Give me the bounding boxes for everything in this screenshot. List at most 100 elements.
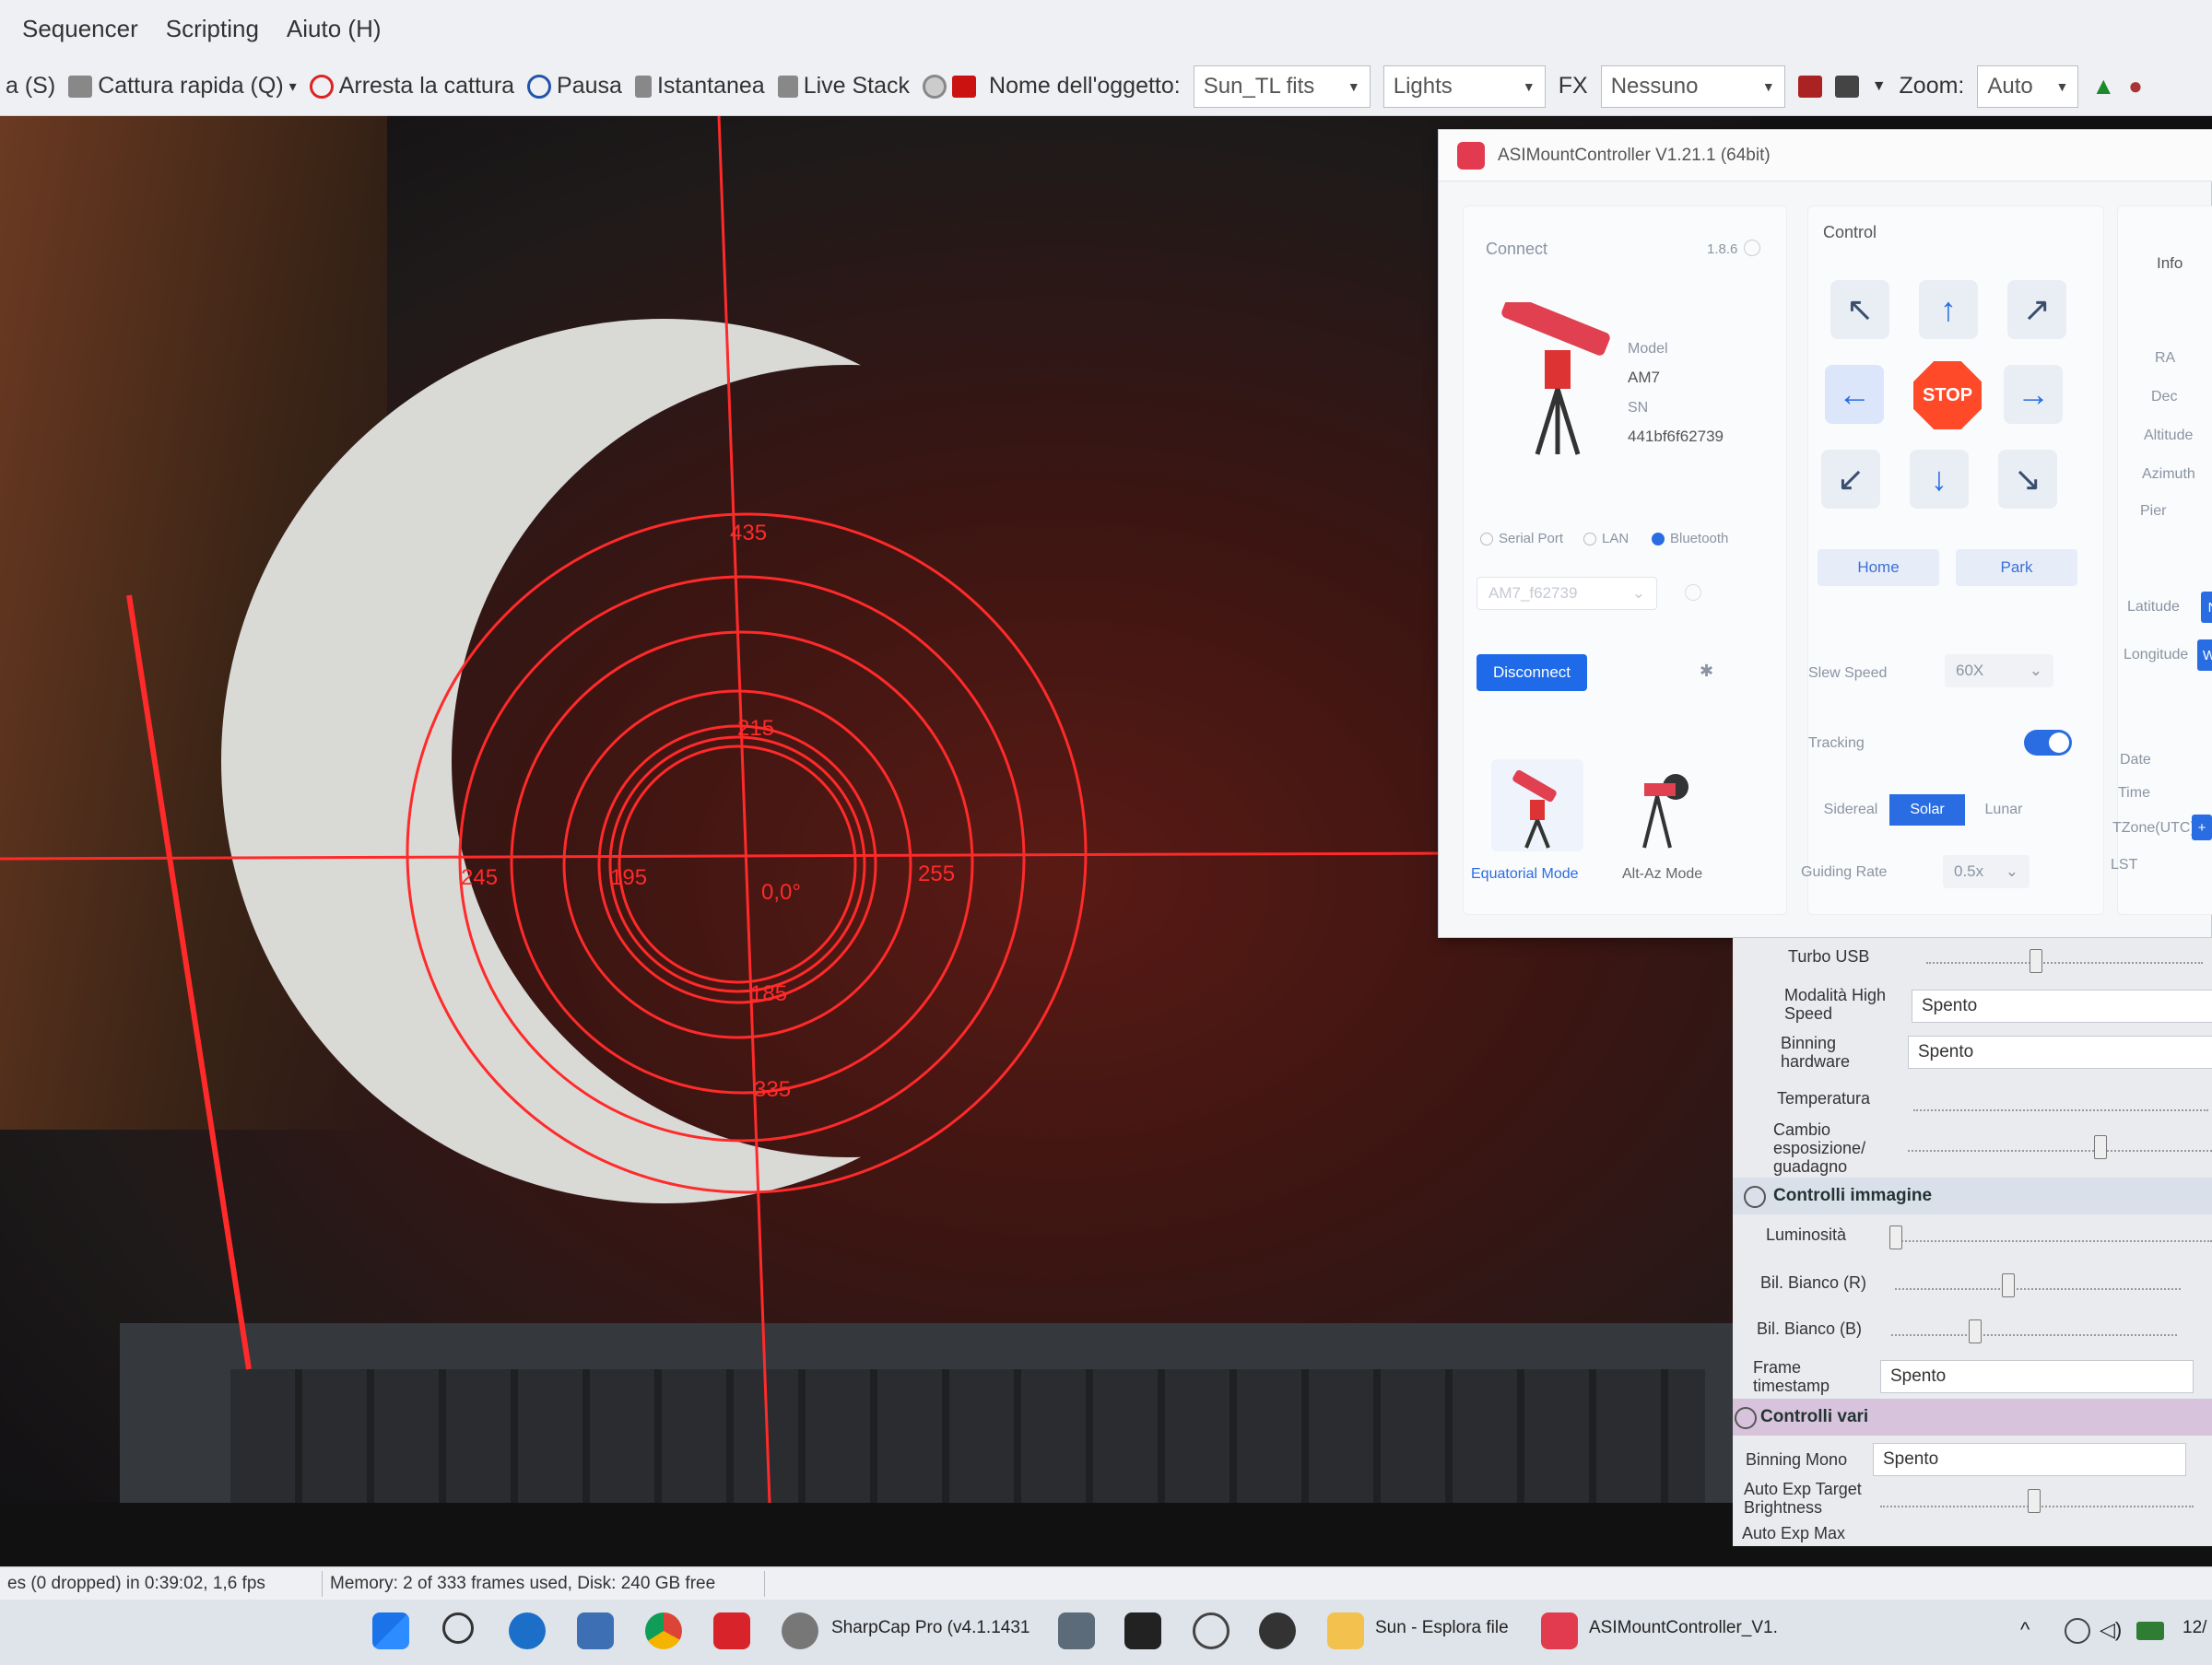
altaz-mode-option[interactable] — [1617, 759, 1709, 851]
temperature-slider[interactable] — [1913, 1108, 2208, 1111]
move-southeast-button[interactable]: ↘ — [1998, 450, 2057, 509]
wb-blue-slider[interactable] — [1891, 1332, 2177, 1336]
chevron-down-icon: ▼ — [1522, 78, 1535, 94]
frame-timestamp-select[interactable]: Spento — [1880, 1360, 2194, 1393]
statusbar: es (0 dropped) in 0:39:02, 1,6 fps Memor… — [0, 1566, 2212, 1600]
taskbar-mountctl-label[interactable]: ASIMountController_V1. — [1589, 1618, 1778, 1638]
wb-red-slider[interactable] — [1895, 1286, 2181, 1290]
latitude-hemisphere-button[interactable]: N — [2201, 592, 2212, 623]
chevron-down-icon[interactable]: ▼ — [1872, 78, 1887, 95]
reticle-label-255: 255 — [918, 862, 955, 886]
volume-icon[interactable]: ◁) — [2100, 1618, 2122, 1642]
taskbar-explorer-label[interactable]: Sun - Esplora file — [1375, 1618, 1509, 1638]
high-speed-select[interactable]: Spento — [1912, 990, 2212, 1023]
disconnect-button[interactable]: Disconnect — [1477, 654, 1587, 691]
chrome-icon[interactable] — [645, 1612, 682, 1649]
film-icon[interactable] — [1124, 1612, 1161, 1649]
grid-icon[interactable] — [1834, 75, 1859, 98]
tracking-sidereal[interactable]: Sidereal — [1812, 794, 1889, 826]
image-controls-section[interactable]: Controlli immagine — [1733, 1178, 2212, 1214]
pause-button[interactable]: Pausa — [527, 73, 622, 100]
reticle-label-center: 0,0° — [761, 880, 801, 905]
frame-type-select[interactable]: Lights ▼ — [1382, 64, 1546, 108]
radio-lan[interactable]: LAN — [1583, 531, 1629, 546]
toolbar-misc-button[interactable] — [923, 74, 977, 99]
lst-label: LST — [2111, 857, 2138, 873]
tracking-toggle[interactable] — [2024, 730, 2072, 756]
object-name-select[interactable]: Sun_TL fits ▼ — [1193, 64, 1371, 108]
taskbar-clock[interactable]: 12/ — [2183, 1618, 2206, 1638]
info-icon[interactable] — [1744, 240, 1760, 256]
move-southwest-button[interactable]: ↙ — [1821, 450, 1880, 509]
sharpcap-icon[interactable] — [782, 1612, 818, 1649]
tracking-solar[interactable]: Solar — [1889, 794, 1965, 826]
zoom-select[interactable]: Auto ▼ — [1977, 64, 2079, 108]
move-east-button[interactable]: → — [2004, 365, 2063, 424]
battery-icon[interactable] — [2136, 1622, 2164, 1640]
menu-sequencer[interactable]: Sequencer — [22, 15, 138, 43]
wb-blue-thumb[interactable] — [1969, 1319, 1982, 1343]
move-northwest-button[interactable]: ↖ — [1830, 280, 1889, 339]
turbo-usb-thumb[interactable] — [2030, 949, 2042, 973]
wb-red-thumb[interactable] — [2002, 1273, 2015, 1297]
slew-speed-select[interactable]: 60X ⌄ — [1945, 654, 2053, 687]
asi-mount-icon[interactable] — [1541, 1612, 1578, 1649]
menubar: Sequencer Scripting Aiuto (H) — [0, 0, 2212, 57]
radio-bluetooth[interactable]: Bluetooth — [1652, 531, 1728, 546]
park-button[interactable]: Park — [1956, 549, 2077, 586]
chevron-down-icon[interactable]: ▾ — [289, 77, 297, 96]
snapshot-button[interactable]: Istantanea — [634, 73, 765, 100]
home-button[interactable]: Home — [1818, 549, 1939, 586]
color-swatch-icon[interactable] — [1797, 75, 1822, 98]
exposure-change-slider[interactable] — [1908, 1148, 2212, 1152]
refresh-icon[interactable] — [1685, 584, 1701, 601]
tzone-plus-button[interactable]: + — [2192, 815, 2212, 840]
brightness-thumb[interactable] — [1889, 1225, 1902, 1249]
equatorial-mode-option[interactable] — [1491, 759, 1583, 851]
move-north-button[interactable]: ↑ — [1919, 280, 1978, 339]
live-stack-button[interactable]: Live Stack — [777, 73, 910, 100]
longitude-hemisphere-button[interactable]: W — [2197, 639, 2212, 671]
misc-controls-section[interactable]: Controlli vari — [1733, 1399, 2212, 1436]
brightness-slider[interactable] — [1899, 1238, 2212, 1242]
auto-exp-target-thumb[interactable] — [2028, 1489, 2041, 1513]
device-select[interactable]: AM7_f62739 ⌄ — [1477, 577, 1657, 610]
mount-titlebar[interactable]: ASIMountController V1.21.1 (64bit) — [1439, 130, 2212, 182]
settings-icon[interactable] — [1193, 1612, 1230, 1649]
reticle-label-335: 335 — [754, 1077, 791, 1102]
reticle-label-185: 185 — [750, 981, 787, 1006]
menu-scripting[interactable]: Scripting — [166, 15, 259, 43]
turbo-usb-slider[interactable] — [1926, 960, 2203, 964]
taskbar-sharpcap-label[interactable]: SharpCap Pro (v4.1.1431 — [831, 1618, 1030, 1638]
tray-chevron-up-icon[interactable]: ^ — [2020, 1618, 2030, 1642]
stop-capture-button[interactable]: Arresta la cattura — [309, 73, 514, 100]
globe-icon[interactable] — [2065, 1618, 2090, 1644]
move-west-button[interactable]: ← — [1825, 365, 1884, 424]
histogram-icon[interactable]: ▲ — [2091, 72, 2115, 100]
search-icon[interactable] — [442, 1612, 474, 1644]
guiding-rate-label: Guiding Rate — [1801, 864, 1888, 880]
radio-serial-port[interactable]: Serial Port — [1480, 531, 1563, 546]
stop-button[interactable]: STOP — [1913, 361, 1982, 429]
zoom-label: Zoom: — [1899, 73, 1965, 99]
quick-capture-button[interactable]: Cattura rapida (Q) ▾ — [68, 73, 297, 100]
fx-select[interactable]: Nessuno ▼ — [1600, 64, 1785, 108]
toolbar-partial-item[interactable]: a (S) — [6, 73, 55, 100]
windows-start-icon[interactable] — [372, 1612, 409, 1649]
folder-icon[interactable] — [1327, 1612, 1364, 1649]
widgets-icon[interactable] — [577, 1612, 614, 1649]
exposure-change-thumb[interactable] — [2094, 1135, 2107, 1159]
guiding-rate-select[interactable]: 0.5x ⌄ — [1943, 855, 2030, 888]
copilot-icon[interactable] — [509, 1612, 546, 1649]
media-icon[interactable] — [1259, 1612, 1296, 1649]
move-northeast-button[interactable]: ↗ — [2007, 280, 2066, 339]
altaz-mode-label: Alt-Az Mode — [1622, 866, 1703, 882]
binning-mono-select[interactable]: Spento — [1873, 1443, 2186, 1476]
menu-help[interactable]: Aiuto (H) — [287, 15, 382, 43]
asi-studio-icon[interactable] — [713, 1612, 750, 1649]
binning-hw-select[interactable]: Spento — [1908, 1036, 2212, 1069]
move-south-button[interactable]: ↓ — [1910, 450, 1969, 509]
tracking-lunar[interactable]: Lunar — [1965, 794, 2042, 826]
target-icon[interactable]: ● — [2128, 72, 2143, 100]
app-icon-generic[interactable] — [1058, 1612, 1095, 1649]
